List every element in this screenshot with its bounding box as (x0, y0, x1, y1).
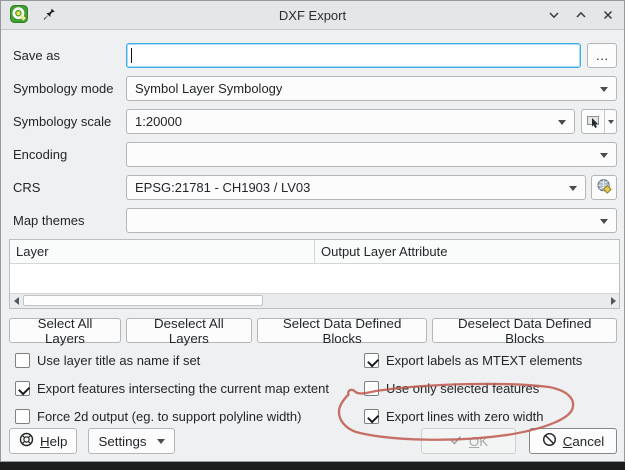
cancel-slash-circle-icon (542, 432, 557, 450)
deselect-all-layers-button[interactable]: Deselect All Layers (126, 318, 252, 343)
ok-label: OK (469, 434, 488, 449)
close-window-icon[interactable] (601, 8, 615, 22)
settings-button[interactable]: Settings (88, 428, 174, 454)
chevron-down-icon[interactable] (605, 110, 616, 133)
horizontal-scrollbar[interactable] (10, 293, 619, 308)
window-title: DXF Export (1, 8, 624, 23)
table-body-empty[interactable] (10, 264, 619, 293)
chevron-down-icon (569, 186, 577, 191)
screenshot-stage: DXF Export (0, 0, 625, 470)
title-bar: DXF Export (1, 1, 624, 30)
use-layer-title-checkbox[interactable] (15, 353, 30, 368)
settings-label: Settings (98, 434, 146, 449)
layers-table: Layer Output Layer Attribute (9, 239, 620, 309)
symbology-scale-combobox[interactable]: 1:20000 (126, 109, 575, 134)
maximize-window-icon[interactable] (574, 8, 588, 22)
table-header-row: Layer Output Layer Attribute (10, 240, 619, 264)
use-only-selected-features-label: Use only selected features (386, 381, 539, 396)
map-themes-label: Map themes (13, 213, 126, 228)
chevron-down-icon (157, 439, 165, 444)
help-lifebuoy-icon (19, 432, 34, 450)
check-icon (449, 433, 463, 450)
shade-window-icon[interactable] (547, 8, 561, 22)
set-scale-from-canvas-button[interactable] (581, 109, 617, 134)
chevron-down-icon (600, 87, 608, 92)
chevron-down-icon (600, 153, 608, 158)
crs-label: CRS (13, 180, 126, 195)
save-as-label: Save as (13, 48, 126, 63)
use-layer-title-label: Use layer title as name if set (37, 353, 200, 368)
crs-select[interactable]: EPSG:21781 - CH1903 / LV03 (126, 175, 586, 200)
dxf-export-dialog: DXF Export (0, 0, 625, 462)
select-data-defined-blocks-button[interactable]: Select Data Defined Blocks (257, 318, 428, 343)
symbology-mode-label: Symbology mode (13, 81, 126, 96)
save-as-input[interactable] (126, 43, 581, 68)
browse-button[interactable]: … (587, 43, 617, 68)
pin-icon[interactable] (42, 6, 56, 24)
text-caret (131, 48, 132, 63)
use-only-selected-features-checkbox[interactable] (364, 381, 379, 396)
force-2d-output-checkbox[interactable] (15, 409, 30, 424)
export-labels-mtext-checkbox[interactable] (364, 353, 379, 368)
export-lines-zero-width-checkbox[interactable] (364, 409, 379, 424)
symbology-mode-select[interactable]: Symbol Layer Symbology (126, 76, 617, 101)
map-themes-select[interactable] (126, 208, 617, 233)
scroll-right-arrow-icon[interactable] (607, 294, 619, 308)
select-all-layers-button[interactable]: Select All Layers (9, 318, 121, 343)
export-labels-mtext-label: Export labels as MTEXT elements (386, 353, 582, 368)
chevron-down-icon (558, 120, 566, 125)
globe-crs-icon (596, 178, 613, 198)
symbology-scale-label: Symbology scale (13, 114, 126, 129)
deselect-data-defined-blocks-button[interactable]: Deselect Data Defined Blocks (432, 318, 617, 343)
export-features-intersecting-checkbox[interactable] (15, 381, 30, 396)
cancel-button[interactable]: Cancel (529, 428, 617, 454)
scroll-left-arrow-icon[interactable] (10, 294, 22, 308)
select-crs-button[interactable] (591, 175, 617, 200)
column-header-output-layer-attribute[interactable]: Output Layer Attribute (315, 240, 619, 263)
encoding-select[interactable] (126, 142, 617, 167)
cancel-label: Cancel (563, 434, 605, 449)
qgis-logo-icon (10, 5, 28, 26)
help-button[interactable]: Help (9, 428, 77, 454)
export-features-intersecting-label: Export features intersecting the current… (37, 381, 329, 396)
chevron-down-icon (600, 219, 608, 224)
force-2d-output-label: Force 2d output (eg. to support polyline… (37, 409, 301, 424)
ok-button[interactable]: OK (421, 428, 516, 454)
export-lines-zero-width-label: Export lines with zero width (386, 409, 544, 424)
encoding-label: Encoding (13, 147, 126, 162)
help-label: Help (40, 434, 67, 449)
scrollbar-thumb[interactable] (23, 295, 263, 306)
column-header-layer[interactable]: Layer (10, 240, 315, 263)
map-extent-pointer-icon (582, 110, 605, 133)
